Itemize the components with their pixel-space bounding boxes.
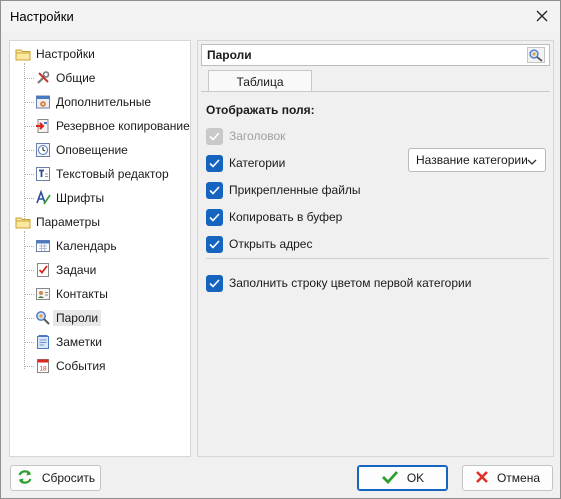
field-open-address-checkbox[interactable]: Открыть адрес bbox=[206, 235, 312, 253]
tree-group-parameters[interactable]: Параметры bbox=[15, 211, 100, 233]
tree-item-notification[interactable]: Оповещение bbox=[35, 139, 128, 161]
title-bar: Настройки bbox=[1, 1, 560, 32]
settings-dialog: Настройки Настройки Общие Дополнительные… bbox=[0, 0, 561, 499]
category-display-dropdown[interactable]: Название категории bbox=[408, 148, 546, 172]
tree-item-advanced[interactable]: Дополнительные bbox=[35, 91, 151, 113]
tab-table[interactable]: Таблица bbox=[208, 70, 312, 92]
field-categories-checkbox[interactable]: Категории bbox=[206, 154, 285, 172]
checkbox-checked-disabled bbox=[206, 127, 223, 145]
tree-item-general[interactable]: Общие bbox=[35, 67, 95, 89]
close-icon bbox=[536, 10, 548, 22]
events-icon: 18 bbox=[35, 358, 51, 374]
reset-button[interactable]: Сбросить bbox=[10, 465, 101, 491]
tree-group-settings[interactable]: Настройки bbox=[15, 43, 95, 65]
text-editor-icon bbox=[35, 166, 51, 182]
calendar-icon bbox=[35, 238, 51, 254]
checkbox-checked[interactable] bbox=[206, 154, 223, 172]
tree-item-calendar[interactable]: Календарь bbox=[35, 235, 117, 257]
tree-item-contacts[interactable]: Контакты bbox=[35, 283, 108, 305]
folder-icon bbox=[15, 214, 31, 230]
cancel-x-icon bbox=[475, 470, 489, 487]
passwords-icon bbox=[35, 310, 51, 326]
window-title: Настройки bbox=[10, 9, 74, 24]
tree-item-passwords[interactable]: Пароли bbox=[35, 307, 102, 329]
tree-item-fonts[interactable]: Шрифты bbox=[35, 187, 104, 209]
backup-icon bbox=[35, 118, 51, 134]
tree-item-notes[interactable]: Заметки bbox=[35, 331, 102, 353]
folder-icon bbox=[15, 46, 31, 62]
checkbox-checked[interactable] bbox=[206, 274, 223, 292]
field-title-checkbox: Заголовок bbox=[206, 127, 285, 145]
svg-text:18: 18 bbox=[39, 366, 47, 373]
close-button[interactable] bbox=[528, 3, 556, 29]
field-attachments-checkbox[interactable]: Прикрепленные файлы bbox=[206, 181, 361, 199]
chevron-down-icon bbox=[527, 155, 537, 169]
notification-icon bbox=[35, 142, 51, 158]
panel-header: Пароли bbox=[201, 44, 550, 66]
tab-divider bbox=[201, 91, 550, 92]
tree-item-events[interactable]: 18 События bbox=[35, 355, 106, 377]
advanced-settings-icon bbox=[35, 94, 51, 110]
checkbox-checked[interactable] bbox=[206, 235, 223, 253]
checkbox-checked[interactable] bbox=[206, 208, 223, 226]
fill-row-color-checkbox[interactable]: Заполнить строку цветом первой категории bbox=[206, 274, 471, 292]
divider bbox=[206, 258, 549, 259]
cancel-button[interactable]: Отмена bbox=[462, 465, 553, 491]
passwords-icon bbox=[527, 47, 545, 66]
refresh-icon bbox=[16, 468, 34, 489]
display-fields-heading: Отображать поля: bbox=[206, 103, 315, 117]
checkmark-icon bbox=[381, 470, 399, 487]
tools-icon bbox=[35, 70, 51, 86]
tree-item-text-editor[interactable]: Текстовый редактор bbox=[35, 163, 169, 185]
panel-title: Пароли bbox=[207, 48, 252, 62]
passwords-settings-panel: Пароли Таблица Отображать поля: Заголово… bbox=[197, 40, 554, 457]
tasks-icon bbox=[35, 262, 51, 278]
settings-tree: Настройки Общие Дополнительные Резервное… bbox=[9, 40, 191, 457]
tree-item-tasks[interactable]: Задачи bbox=[35, 259, 96, 281]
field-copy-to-clipboard-checkbox[interactable]: Копировать в буфер bbox=[206, 208, 342, 226]
tree-item-backup[interactable]: Резервное копирование bbox=[35, 115, 190, 137]
contacts-icon bbox=[35, 286, 51, 302]
checkbox-checked[interactable] bbox=[206, 181, 223, 199]
font-icon bbox=[35, 190, 51, 206]
dropdown-value: Название категории bbox=[416, 153, 528, 167]
ok-button[interactable]: OK bbox=[357, 465, 448, 491]
notes-icon bbox=[35, 334, 51, 350]
